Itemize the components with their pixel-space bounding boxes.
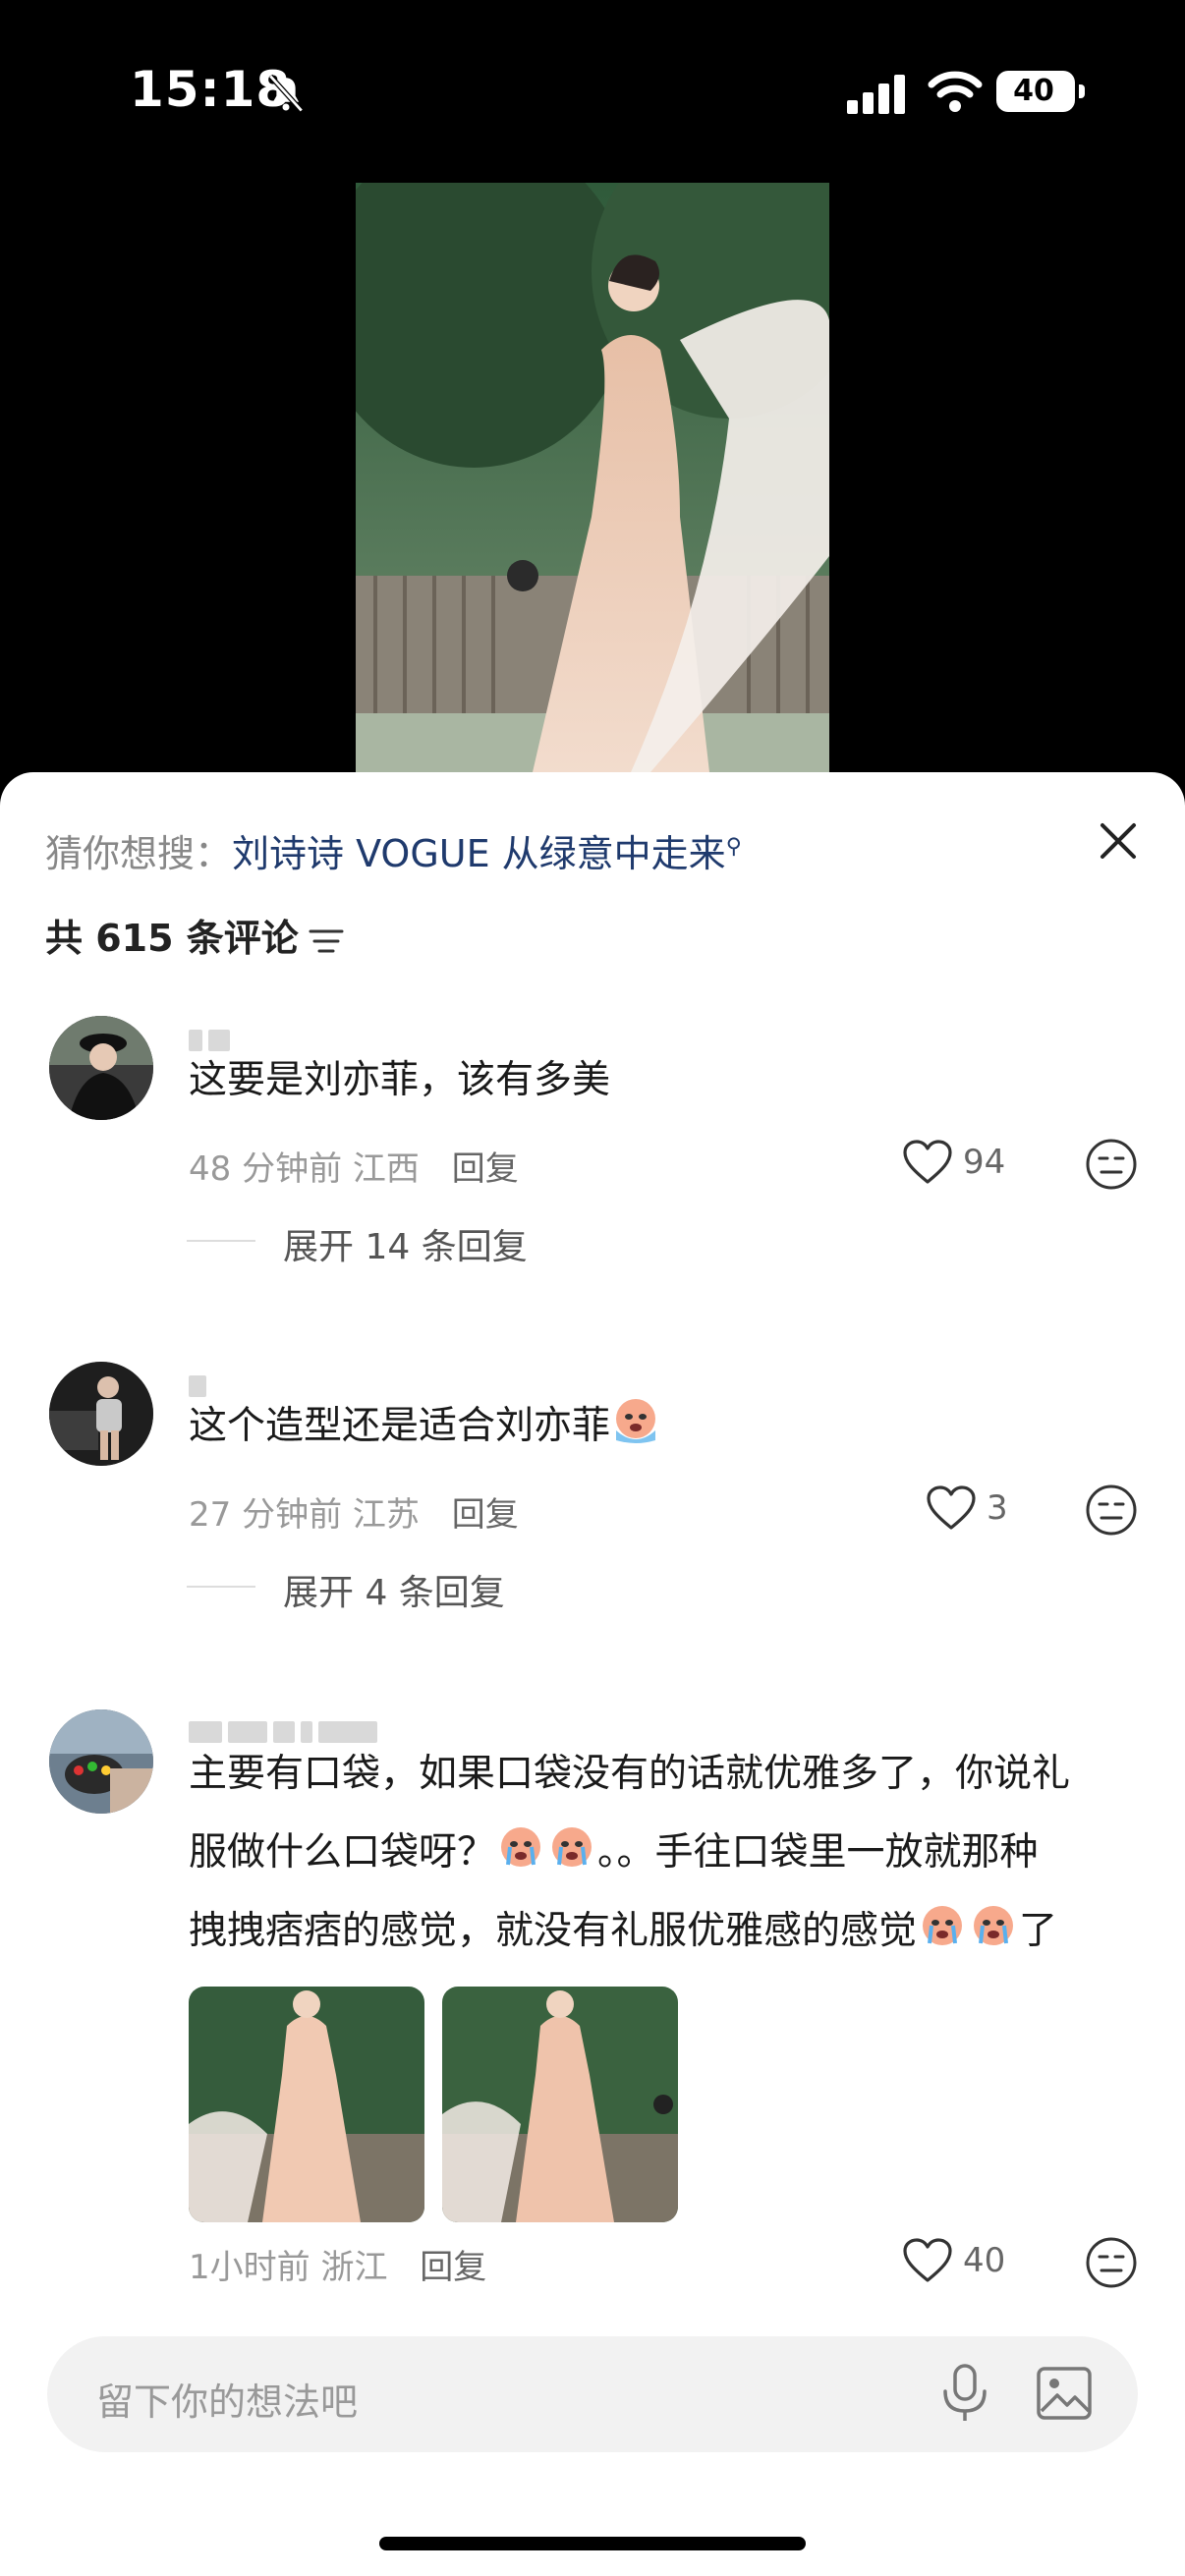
search-suggestion[interactable]: 猜你想搜：刘诗诗 VOGUE 从绿意中走来⚲ <box>45 823 742 877</box>
home-indicator[interactable] <box>379 2537 806 2550</box>
meh-face-icon[interactable] <box>1085 2236 1138 2289</box>
comment-text-line-2: 服做什么口袋呀？ 。。手往口袋里一放就那种 <box>189 1814 1132 1892</box>
comment-images <box>189 1987 700 2222</box>
meh-face-icon[interactable] <box>1085 1138 1138 1191</box>
like-count: 40 <box>963 2241 1006 2280</box>
comment-meta: 1小时前 浙江 回复 <box>189 2240 486 2288</box>
comment-input[interactable]: 留下你的想法吧 <box>47 2336 1138 2452</box>
meh-face-icon[interactable] <box>1085 1484 1138 1537</box>
heart-icon <box>927 1485 976 1530</box>
avatar[interactable] <box>49 1709 153 1814</box>
crying-emoji-icon <box>501 1827 541 1867</box>
expand-replies-label: 展开 4 条回复 <box>283 1573 505 1613</box>
comment-text: 主要有口袋，如果口袋没有的话就优雅多了，你说礼 服做什么口袋呀？ 。。手往口袋里一… <box>189 1735 1132 1971</box>
heart-icon <box>903 2238 952 2282</box>
reply-button[interactable]: 回复 <box>452 1149 519 1189</box>
search-suggestion-term[interactable]: 刘诗诗 VOGUE 从绿意中走来 <box>232 832 726 875</box>
like-button[interactable]: 3 <box>926 1485 1008 1531</box>
comment-text-segment: 了 <box>1019 1909 1058 1953</box>
like-count: 3 <box>987 1488 1008 1528</box>
filter-icon[interactable] <box>309 925 344 957</box>
comment-count-row: 共 615 条评论 <box>45 908 344 962</box>
comment-text-line-1: 主要有口袋，如果口袋没有的话就优雅多了，你说礼 <box>189 1752 1071 1796</box>
comment-sheet: 猜你想搜：刘诗诗 VOGUE 从绿意中走来⚲ 共 615 条评论 这要是刘亦菲，… <box>0 772 1185 2576</box>
like-count: 94 <box>963 1143 1006 1182</box>
comment-time: 48 分钟前 <box>189 1149 343 1189</box>
comment-count: 共 615 条评论 <box>45 917 299 960</box>
avatar[interactable] <box>49 1016 153 1120</box>
crying-emoji-icon <box>616 1399 656 1443</box>
comment-location: 浙江 <box>320 2248 388 2287</box>
comment-image-thumbnail[interactable] <box>189 1987 424 2222</box>
expand-replies[interactable]: 展开 4 条回复 <box>187 1564 505 1615</box>
search-suggestion-prefix: 猜你想搜： <box>45 832 233 875</box>
status-bar: 15:18 40 <box>0 0 1185 177</box>
bell-slash-icon <box>268 74 304 113</box>
battery-level: 40 <box>1013 74 1054 108</box>
close-icon[interactable] <box>1089 812 1148 870</box>
comment-image-thumbnail[interactable] <box>442 1987 678 2222</box>
comment-text-segment: 拽拽痞痞的感觉，就没有礼服优雅感的感觉 <box>189 1909 918 1953</box>
expand-replies[interactable]: 展开 14 条回复 <box>187 1218 528 1269</box>
comment-meta: 48 分钟前 江西 回复 <box>189 1142 519 1190</box>
comment-location: 江西 <box>352 1149 420 1189</box>
battery-indicator: 40 <box>996 71 1085 112</box>
avatar[interactable] <box>49 1362 153 1466</box>
comment-text: 这要是刘亦菲，该有多美 <box>189 1058 611 1102</box>
comment-meta: 27 分钟前 江苏 回复 <box>189 1487 519 1536</box>
wifi-icon <box>928 71 983 112</box>
comment-text-row: 这个造型还是适合刘亦菲 <box>189 1387 1132 1466</box>
reply-button[interactable]: 回复 <box>420 2248 486 2287</box>
microphone-icon[interactable] <box>937 2362 992 2425</box>
like-button[interactable]: 94 <box>902 1140 1005 1185</box>
like-button[interactable]: 40 <box>902 2238 1005 2283</box>
image-icon[interactable] <box>1036 2366 1093 2421</box>
search-icon: ⚲ <box>725 834 742 860</box>
crying-emoji-icon <box>974 1906 1014 1945</box>
crying-emoji-icon <box>923 1906 963 1945</box>
crying-emoji-icon <box>552 1827 592 1867</box>
comment-text-line-3: 拽拽痞痞的感觉，就没有礼服优雅感的感觉 了 <box>189 1892 1132 1971</box>
comment-text-segment: 。。手往口袋里一放就那种 <box>597 1830 1039 1875</box>
heart-icon <box>903 1140 952 1184</box>
reply-button[interactable]: 回复 <box>452 1495 519 1535</box>
video-still <box>356 183 829 772</box>
comment-location: 江苏 <box>352 1495 420 1535</box>
video-frame[interactable] <box>356 183 829 772</box>
comment-time: 1小时前 <box>189 2248 310 2287</box>
comment-text-segment: 服做什么口袋呀？ <box>189 1830 496 1875</box>
expand-replies-label: 展开 14 条回复 <box>283 1227 528 1267</box>
comment-input-placeholder: 留下你的想法吧 <box>96 2380 359 2424</box>
comment-time: 27 分钟前 <box>189 1495 343 1535</box>
cellular-signal-icon <box>847 75 905 114</box>
comment-text: 这个造型还是适合刘亦菲 <box>189 1404 611 1448</box>
